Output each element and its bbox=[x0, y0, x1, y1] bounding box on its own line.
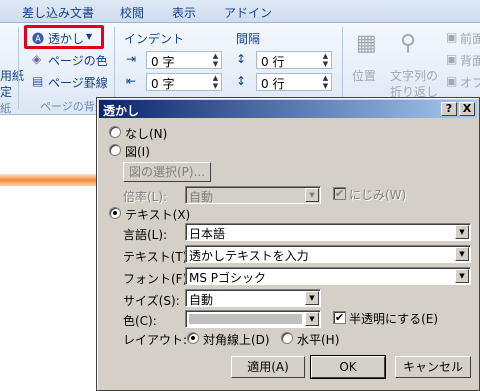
apply-button[interactable]: 適用(A) bbox=[231, 356, 305, 378]
spacing-before-value: 0 行 bbox=[261, 55, 285, 69]
language-select[interactable]: 日本語 ▼ bbox=[185, 223, 471, 241]
page-color-icon: ◈ bbox=[32, 52, 42, 66]
chevron-down-icon: ▼ bbox=[455, 269, 469, 283]
spin-arrows-icon[interactable]: ▲ ▼ bbox=[321, 74, 330, 90]
indent-right-icon: ⇤ bbox=[126, 74, 137, 88]
spacing-before-input[interactable]: 0 行 ▲ ▼ bbox=[256, 51, 332, 69]
select-picture-button[interactable]: 図の選択(P)... bbox=[123, 162, 211, 182]
page-color-button[interactable]: ページの色 bbox=[48, 52, 108, 69]
position-button[interactable]: 位置 bbox=[352, 67, 376, 84]
page-border-button[interactable]: ページ罫線 bbox=[48, 74, 108, 91]
color-swatch bbox=[189, 314, 302, 324]
object-icon: ▣ bbox=[446, 74, 458, 88]
object-button[interactable]: オブ bbox=[460, 74, 480, 91]
text-radio[interactable] bbox=[109, 207, 121, 219]
none-label: なし(N) bbox=[125, 127, 168, 141]
semitransparent-label: 半透明にする(E) bbox=[349, 312, 439, 326]
text-value: 透かしテキストを入力 bbox=[189, 249, 309, 263]
spacing-after-input[interactable]: 0 行 ▲ ▼ bbox=[256, 73, 332, 91]
wrap-text-icon: ⚲ bbox=[400, 31, 417, 56]
semitransparent-checkbox[interactable]: ✔ bbox=[333, 311, 346, 324]
chevron-down-icon: ▼ bbox=[455, 225, 469, 239]
watermark-highlight-frame bbox=[24, 25, 104, 49]
horizontal-label: 水平(H) bbox=[297, 333, 340, 347]
tab-addins[interactable]: アドイン bbox=[224, 4, 272, 21]
close-button[interactable]: X bbox=[459, 102, 475, 116]
text-field-label: テキスト(T): bbox=[123, 250, 192, 264]
font-label: フォント(F): bbox=[123, 272, 192, 286]
scale-label: 倍率(L): bbox=[123, 190, 168, 204]
spacing-after-value: 0 行 bbox=[261, 77, 285, 91]
ribbon-tab-bar: 差し込み文書 校閲 表示 アドイン bbox=[0, 0, 480, 23]
washout-label: にじみ(W) bbox=[349, 188, 407, 202]
color-label: 色(C): bbox=[123, 314, 157, 328]
spin-arrows-icon[interactable]: ▲ ▼ bbox=[211, 74, 220, 90]
tab-view[interactable]: 表示 bbox=[172, 4, 196, 21]
send-back-icon: ▣ bbox=[446, 52, 458, 66]
layout-label: レイアウト: bbox=[123, 333, 188, 347]
picture-label: 図(I) bbox=[125, 145, 150, 159]
group-divider bbox=[18, 27, 19, 109]
help-button[interactable]: ? bbox=[441, 102, 457, 116]
spacing-after-icon: ↕ bbox=[236, 74, 247, 88]
indent-label: インデント bbox=[124, 32, 185, 46]
font-select[interactable]: MS Pゴシック ▼ bbox=[185, 267, 471, 285]
page-setup-group-partial: 紙 bbox=[0, 102, 11, 115]
wrap-text-label[interactable]: 文字列の bbox=[390, 67, 438, 84]
diagonal-label: 対角線上(D) bbox=[203, 333, 270, 347]
indent-left-input[interactable]: 0 字 ▲ ▼ bbox=[146, 51, 222, 69]
language-value: 日本語 bbox=[189, 227, 226, 241]
chevron-down-icon: ▼ bbox=[305, 312, 319, 326]
scale-select[interactable]: 自動 ▼ bbox=[185, 186, 321, 204]
bring-front-icon: ▣ bbox=[446, 30, 458, 44]
font-value: MS Pゴシック bbox=[189, 271, 267, 285]
size-label: サイズ(S): bbox=[123, 294, 180, 308]
horizontal-radio[interactable] bbox=[281, 332, 293, 344]
indent-left-value: 0 字 bbox=[151, 55, 175, 69]
indent-left-icon: ⇥ bbox=[126, 52, 137, 66]
text-watermark-label: テキスト(X) bbox=[125, 208, 191, 222]
indent-right-input[interactable]: 0 字 ▲ ▼ bbox=[146, 73, 222, 91]
dialog-titlebar: 透かし ? X bbox=[99, 100, 477, 118]
text-input[interactable]: 透かしテキストを入力 ▼ bbox=[185, 245, 471, 263]
picture-radio[interactable] bbox=[109, 144, 121, 156]
tab-review[interactable]: 校閲 bbox=[120, 4, 144, 21]
send-back-button[interactable]: 背面 bbox=[460, 52, 480, 69]
watermark-dialog: 透かし ? X なし(N) 図(I) 図の選択(P)... 倍率(L): 自動 … bbox=[96, 97, 480, 391]
washout-checkbox[interactable]: ✔ bbox=[333, 187, 346, 200]
bring-front-button[interactable]: 前面 bbox=[460, 30, 480, 47]
spin-arrows-icon[interactable]: ▲ ▼ bbox=[211, 52, 220, 68]
size-value: 自動 bbox=[189, 293, 214, 307]
language-label: 言語(L): bbox=[123, 228, 168, 242]
none-radio[interactable] bbox=[109, 126, 121, 138]
page-border-icon: ▤ bbox=[32, 74, 44, 88]
indent-right-value: 0 字 bbox=[151, 77, 175, 91]
diagonal-radio[interactable] bbox=[187, 332, 199, 344]
position-icon: ▦ bbox=[356, 31, 377, 56]
chevron-down-icon: ▼ bbox=[305, 291, 319, 305]
size-select[interactable]: 自動 ▼ bbox=[185, 289, 321, 307]
chevron-down-icon: ▼ bbox=[305, 188, 319, 202]
document-page bbox=[0, 186, 100, 391]
color-select[interactable]: ▼ bbox=[185, 310, 321, 328]
paper-size-partial-label[interactable]: 用紙 bbox=[0, 67, 24, 84]
spacing-before-icon: ↕ bbox=[236, 52, 247, 66]
settings-partial-label: 定 bbox=[0, 85, 13, 99]
orange-page-band bbox=[0, 174, 100, 186]
chevron-down-icon: ▼ bbox=[455, 247, 469, 261]
cancel-button[interactable]: キャンセル bbox=[395, 356, 471, 378]
tab-mailings[interactable]: 差し込み文書 bbox=[22, 4, 94, 21]
spacing-label: 間隔 bbox=[236, 32, 261, 46]
ok-button[interactable]: OK bbox=[310, 355, 386, 379]
scale-value: 自動 bbox=[189, 190, 214, 204]
dialog-title: 透かし bbox=[103, 104, 140, 118]
spin-arrows-icon[interactable]: ▲ ▼ bbox=[321, 52, 330, 68]
